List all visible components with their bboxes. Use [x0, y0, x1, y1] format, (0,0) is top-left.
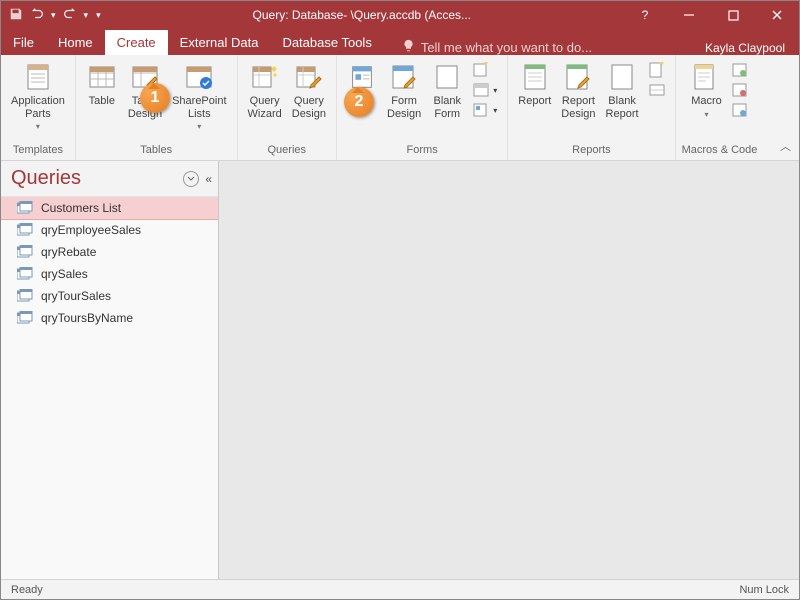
- class-module-button[interactable]: [728, 81, 752, 99]
- query-icon: [17, 289, 33, 303]
- nav-item[interactable]: Customers List: [1, 197, 218, 219]
- query-icon: [17, 245, 33, 259]
- tab-database-tools[interactable]: Database Tools: [270, 30, 383, 55]
- status-numlock: Num Lock: [739, 584, 789, 596]
- ribbon-tabs: File Home Create External Data Database …: [1, 29, 799, 55]
- blank-report-button[interactable]: Blank Report: [602, 57, 643, 120]
- query-wizard-button[interactable]: Query Wizard: [244, 57, 286, 120]
- title-bar: ▾ ▾ ▾ Query: Database- \Query.accdb (Acc…: [1, 1, 799, 29]
- query-icon: [17, 223, 33, 237]
- tab-home[interactable]: Home: [46, 30, 105, 55]
- form-design-button[interactable]: Form Design: [383, 57, 425, 120]
- query-icon: [17, 201, 33, 215]
- application-parts-button[interactable]: Application Parts ▾: [7, 57, 69, 131]
- nav-item-label: qryRebate: [41, 245, 96, 259]
- status-bar: Ready Num Lock: [1, 579, 799, 599]
- navigation-pane: Queries « Customers List qryEmployeeSales…: [1, 161, 219, 579]
- minimize-button[interactable]: [667, 1, 711, 29]
- help-button[interactable]: ?: [623, 1, 667, 29]
- ribbon: Application Parts ▾ Templates Table Tabl…: [1, 55, 799, 161]
- redo-more-icon[interactable]: ▾: [84, 10, 89, 21]
- status-left: Ready: [11, 584, 43, 596]
- tab-external-data[interactable]: External Data: [168, 30, 271, 55]
- visual-basic-button[interactable]: [728, 101, 752, 119]
- save-icon[interactable]: [9, 7, 23, 24]
- close-button[interactable]: [755, 1, 799, 29]
- undo-more-icon[interactable]: ▾: [51, 10, 56, 21]
- nav-collapse-icon[interactable]: «: [205, 172, 212, 186]
- tab-create[interactable]: Create: [105, 30, 168, 55]
- tab-file[interactable]: File: [1, 30, 46, 55]
- undo-icon[interactable]: [29, 7, 45, 24]
- nav-item-label: qryTourSales: [41, 289, 111, 303]
- ribbon-group-reports: Report Report Design Blank Report Report…: [508, 55, 675, 160]
- nav-title: Queries: [11, 167, 183, 190]
- nav-item[interactable]: qrySales: [1, 263, 218, 285]
- labels-button[interactable]: [645, 81, 669, 99]
- lightbulb-icon: [402, 39, 415, 55]
- query-design-button[interactable]: Query Design: [288, 57, 330, 120]
- query-icon: [17, 311, 33, 325]
- callout-2: 2: [344, 87, 374, 117]
- ribbon-group-macros: Macro ▾ Macros & Code: [676, 55, 764, 160]
- query-icon: [17, 267, 33, 281]
- redo-icon[interactable]: [62, 7, 78, 24]
- nav-item[interactable]: qryTourSales: [1, 285, 218, 307]
- form-wizard-button[interactable]: [469, 61, 501, 79]
- ribbon-group-templates: Application Parts ▾ Templates: [1, 55, 76, 160]
- nav-filter-icon[interactable]: [183, 171, 199, 187]
- nav-list: Customers List qryEmployeeSales qryRebate q…: [1, 197, 218, 579]
- nav-header[interactable]: Queries «: [1, 161, 218, 197]
- document-canvas: [219, 161, 799, 579]
- nav-item-label: qryToursByName: [41, 311, 133, 325]
- work-area: Queries « Customers List qryEmployeeSales…: [1, 161, 799, 579]
- more-forms-button[interactable]: ▾: [469, 101, 501, 119]
- macro-button[interactable]: Macro ▾: [686, 57, 726, 119]
- signed-in-user[interactable]: Kayla Claypool: [705, 41, 799, 55]
- blank-form-button[interactable]: Blank Form: [427, 57, 467, 120]
- nav-item[interactable]: qryEmployeeSales: [1, 219, 218, 241]
- module-button[interactable]: [728, 61, 752, 79]
- report-design-button[interactable]: Report Design: [557, 57, 599, 120]
- ribbon-group-queries: Query Wizard Query Design Queries: [238, 55, 337, 160]
- callout-1: 1: [140, 83, 170, 113]
- report-button[interactable]: Report: [514, 57, 555, 108]
- nav-item-label: qrySales: [41, 267, 88, 281]
- tell-me-placeholder: Tell me what you want to do...: [421, 40, 592, 55]
- nav-item[interactable]: qryRebate: [1, 241, 218, 263]
- nav-item-label: qryEmployeeSales: [41, 223, 141, 237]
- nav-item[interactable]: qryToursByName: [1, 307, 218, 329]
- sharepoint-lists-button[interactable]: SharePoint Lists ▾: [168, 57, 230, 131]
- report-wizard-button[interactable]: [645, 61, 669, 79]
- tell-me-search[interactable]: Tell me what you want to do...: [392, 39, 602, 55]
- table-button[interactable]: Table: [82, 57, 122, 108]
- maximize-button[interactable]: [711, 1, 755, 29]
- window-title: Query: Database- \Query.accdb (Acces...: [101, 8, 623, 22]
- nav-item-label: Customers List: [41, 201, 121, 215]
- navigation-button[interactable]: ▾: [469, 81, 501, 99]
- collapse-ribbon-button[interactable]: ︿: [780, 138, 791, 154]
